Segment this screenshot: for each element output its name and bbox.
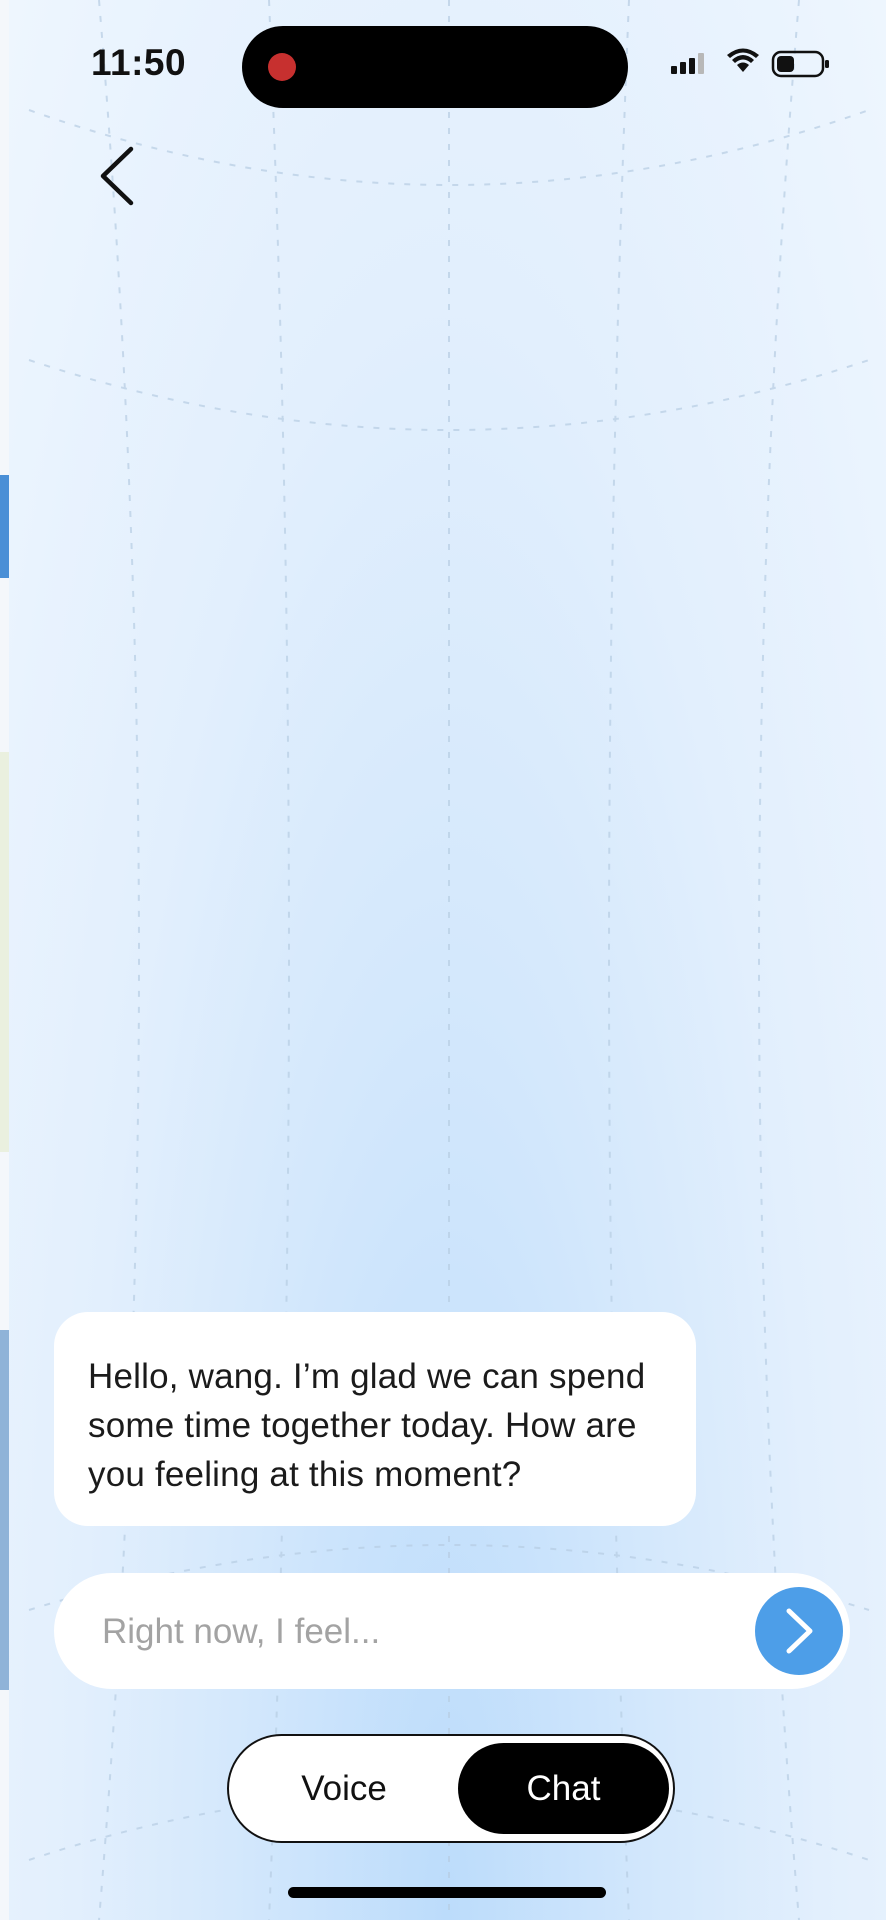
voice-mode-button[interactable]: Voice xyxy=(229,1736,459,1841)
cellular-signal-icon xyxy=(671,53,704,74)
assistant-message-bubble: Hello, wang. I’m glad we can spend some t… xyxy=(54,1312,696,1526)
background-app-edge xyxy=(0,0,9,1920)
status-time: 11:50 xyxy=(91,42,187,83)
message-composer xyxy=(54,1573,850,1689)
dynamic-island xyxy=(242,26,628,108)
back-button[interactable] xyxy=(87,140,147,212)
wifi-icon xyxy=(727,48,759,72)
status-icons xyxy=(659,48,839,82)
battery-icon xyxy=(771,50,829,78)
chat-screen: 11:50 Hello, wang. I’m glad we can spend… xyxy=(9,0,886,1920)
chevron-left-icon xyxy=(100,146,134,206)
send-button[interactable] xyxy=(755,1587,843,1675)
message-line: some time together today. How are xyxy=(88,1406,637,1445)
message-line: you feeling at this moment? xyxy=(88,1455,522,1494)
background-app-fragment xyxy=(0,1330,9,1690)
recording-dot-icon xyxy=(268,53,296,81)
background-app-fragment xyxy=(0,475,9,578)
chat-mode-button[interactable]: Chat xyxy=(458,1743,669,1834)
chevron-right-icon xyxy=(786,1608,813,1654)
home-indicator[interactable] xyxy=(288,1887,606,1898)
mode-toggle: Voice Chat xyxy=(227,1734,675,1843)
message-input[interactable] xyxy=(100,1601,744,1663)
background-app-fragment xyxy=(0,752,9,1152)
status-bar: 11:50 xyxy=(9,0,886,130)
assistant-message-text: Hello, wang. I’m glad we can spend some t… xyxy=(88,1352,666,1499)
message-line: Hello, wang. I’m glad we can spend xyxy=(88,1357,646,1396)
